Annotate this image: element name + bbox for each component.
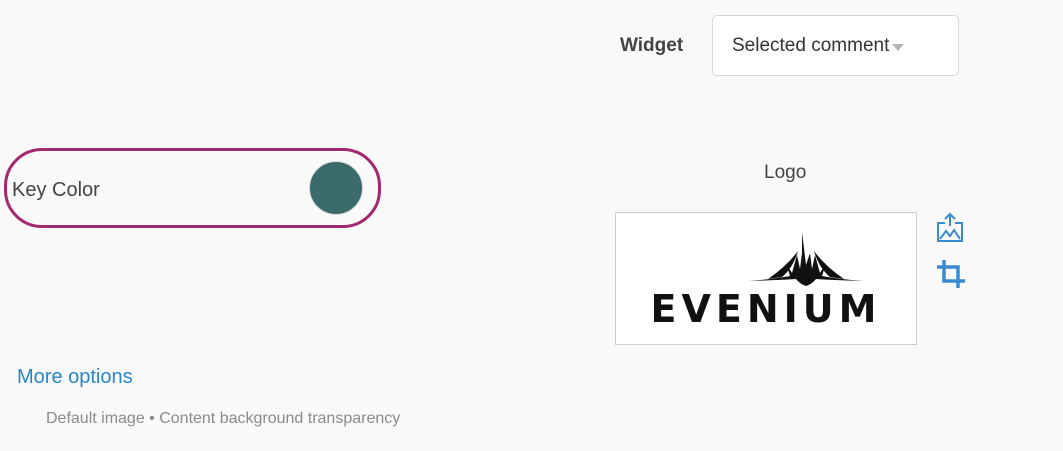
more-options-summary: Default image • Content background trans… <box>46 410 401 427</box>
more-options-link[interactable]: More options <box>17 366 133 389</box>
widget-select[interactable]: Selected comment <box>712 15 959 76</box>
widget-label: Widget <box>620 35 684 56</box>
logo-label: Logo <box>764 162 807 183</box>
key-color-highlight: Key Color <box>4 148 381 228</box>
key-color-label: Key Color <box>12 179 100 201</box>
key-color-swatch[interactable] <box>309 161 363 215</box>
widget-select-value: Selected comment <box>732 34 890 56</box>
crop-icon[interactable] <box>934 257 968 291</box>
chevron-down-icon <box>892 44 905 51</box>
image-upload-icon[interactable] <box>933 210 967 244</box>
logo-wordmark: EVENIUM <box>650 287 882 331</box>
logo-image[interactable]: EVENIUM <box>615 212 917 345</box>
